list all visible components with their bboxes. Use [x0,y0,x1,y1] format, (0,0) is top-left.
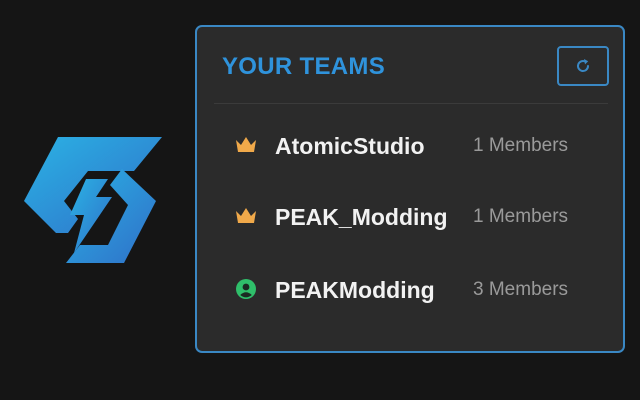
refresh-button[interactable] [557,46,609,86]
app-window: YOUR TEAMS AtomicStudio 1 Members PEAK_M… [0,0,640,400]
team-name: PEAKModding [275,277,435,303]
user-circle-icon [235,278,257,300]
teams-panel: YOUR TEAMS AtomicStudio 1 Members PEAK_M… [195,25,625,353]
team-member-count: 1 Members [473,135,569,156]
team-row-peak-modding[interactable]: PEAK_Modding 1 Members [217,192,607,242]
thunderstore-logo-icon [16,135,164,267]
team-member-count: 3 Members [473,279,569,300]
panel-title: YOUR TEAMS [222,53,386,80]
header-divider [214,103,608,104]
team-row-atomicstudio[interactable]: AtomicStudio 1 Members [217,121,607,171]
teams-panel-header: YOUR TEAMS [197,27,623,103]
refresh-icon [574,57,592,75]
crown-icon [235,134,257,156]
team-name: PEAK_Modding [275,204,448,230]
team-member-count: 1 Members [473,206,569,227]
team-row-peakmodding[interactable]: PEAKModding 3 Members [217,265,607,315]
crown-icon [235,205,257,227]
team-name: AtomicStudio [275,133,425,159]
